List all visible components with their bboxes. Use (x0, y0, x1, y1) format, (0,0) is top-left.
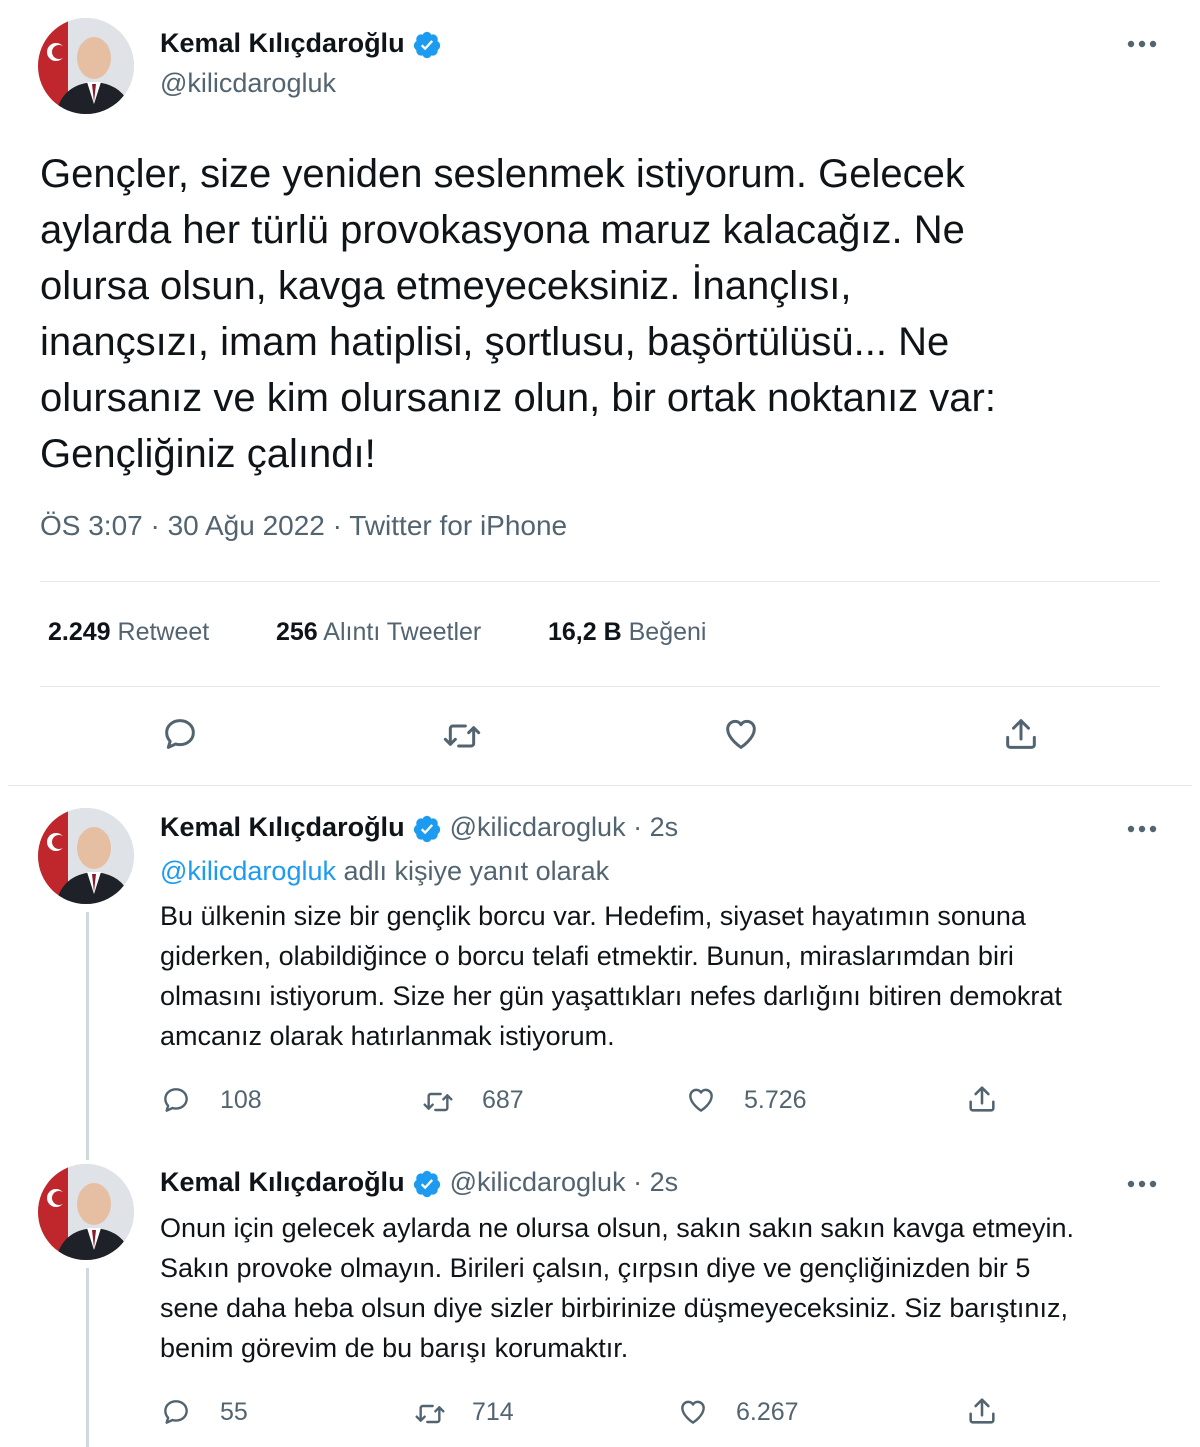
more-options-icon[interactable] (1124, 1177, 1160, 1191)
thread-line (86, 912, 89, 1160)
like-icon[interactable] (676, 1396, 710, 1428)
reply-header: Kemal Kılıçdaroğlu @kilicdarogluk · 2s (160, 1167, 678, 1199)
reply-icon[interactable] (160, 1084, 192, 1116)
more-options-icon[interactable] (1124, 822, 1160, 836)
divider (40, 581, 1160, 582)
verified-badge-icon (413, 815, 441, 842)
author-name[interactable]: Kemal Kılıçdaroğlu (160, 1167, 405, 1197)
reply-to-link[interactable]: @kilicdarogluk (160, 856, 336, 886)
quotes-label: Alıntı Tweetler (323, 618, 482, 646)
reply-icon[interactable] (160, 714, 200, 754)
author-name[interactable]: Kemal Kılıçdaroğlu (160, 28, 442, 60)
thread-line (86, 1268, 89, 1447)
tweet-text: Onun için gelecek aylarda ne olursa olsu… (160, 1213, 1075, 1363)
quotes-count: 256 (276, 618, 318, 646)
retweets-count: 2.249 (48, 618, 111, 646)
reply-count: 108 (220, 1086, 262, 1114)
divider (40, 686, 1160, 687)
share-icon[interactable] (1000, 714, 1042, 754)
author-handle[interactable]: @kilicdarogluk · 2s (450, 812, 679, 842)
like-icon[interactable] (720, 714, 762, 754)
author-handle[interactable]: @kilicdarogluk (160, 68, 336, 99)
retweet-icon[interactable] (420, 1086, 456, 1118)
more-options-icon[interactable] (1124, 37, 1160, 51)
profile-photo (38, 808, 134, 904)
reply-count: 55 (220, 1398, 248, 1426)
tweet-text: Bu ülkenin size bir gençlik borcu var. H… (160, 901, 1062, 1051)
author-name[interactable]: Kemal Kılıçdaroğlu (160, 812, 405, 842)
avatar[interactable] (38, 808, 134, 904)
avatar[interactable] (38, 18, 134, 114)
share-icon[interactable] (964, 1082, 1000, 1116)
reply-header: Kemal Kılıçdaroğlu @kilicdarogluk · 2s (160, 812, 678, 844)
author-handle[interactable]: @kilicdarogluk · 2s (450, 1167, 679, 1197)
retweet-icon[interactable] (412, 1398, 448, 1430)
like-count: 5.726 (744, 1086, 807, 1114)
avatar[interactable] (38, 1164, 134, 1260)
share-icon[interactable] (964, 1394, 1000, 1428)
likes-count: 16,2 B (548, 618, 622, 646)
likes-stat[interactable]: 16,2 B Beğeni (548, 618, 706, 647)
retweets-stat[interactable]: 2.249 Retweet (48, 618, 209, 647)
quotes-stat[interactable]: 256 Alıntı Tweetler (276, 618, 481, 647)
retweets-label: Retweet (117, 618, 210, 646)
tweet-meta[interactable]: ÖS 3:07 · 30 Ağu 2022 · Twitter for iPho… (40, 510, 567, 542)
verified-badge-icon (413, 1170, 441, 1197)
replying-to: @kilicdarogluk adlı kişiye yanıt olarak (160, 856, 609, 887)
retweet-count: 714 (472, 1398, 514, 1426)
like-count: 6.267 (736, 1398, 799, 1426)
author-name-text[interactable]: Kemal Kılıçdaroğlu (160, 28, 405, 58)
profile-photo (38, 1164, 134, 1260)
tweet-text: Gençler, size yeniden seslenmek istiyoru… (40, 152, 996, 476)
retweet-count: 687 (482, 1086, 524, 1114)
reply-icon[interactable] (160, 1396, 192, 1428)
verified-badge-icon (413, 31, 441, 58)
reply-to-text: adlı kişiye yanıt olarak (335, 856, 610, 886)
retweet-icon[interactable] (440, 716, 484, 756)
profile-photo (38, 18, 134, 114)
likes-label: Beğeni (628, 618, 707, 646)
section-divider (8, 785, 1192, 786)
like-icon[interactable] (684, 1084, 718, 1116)
